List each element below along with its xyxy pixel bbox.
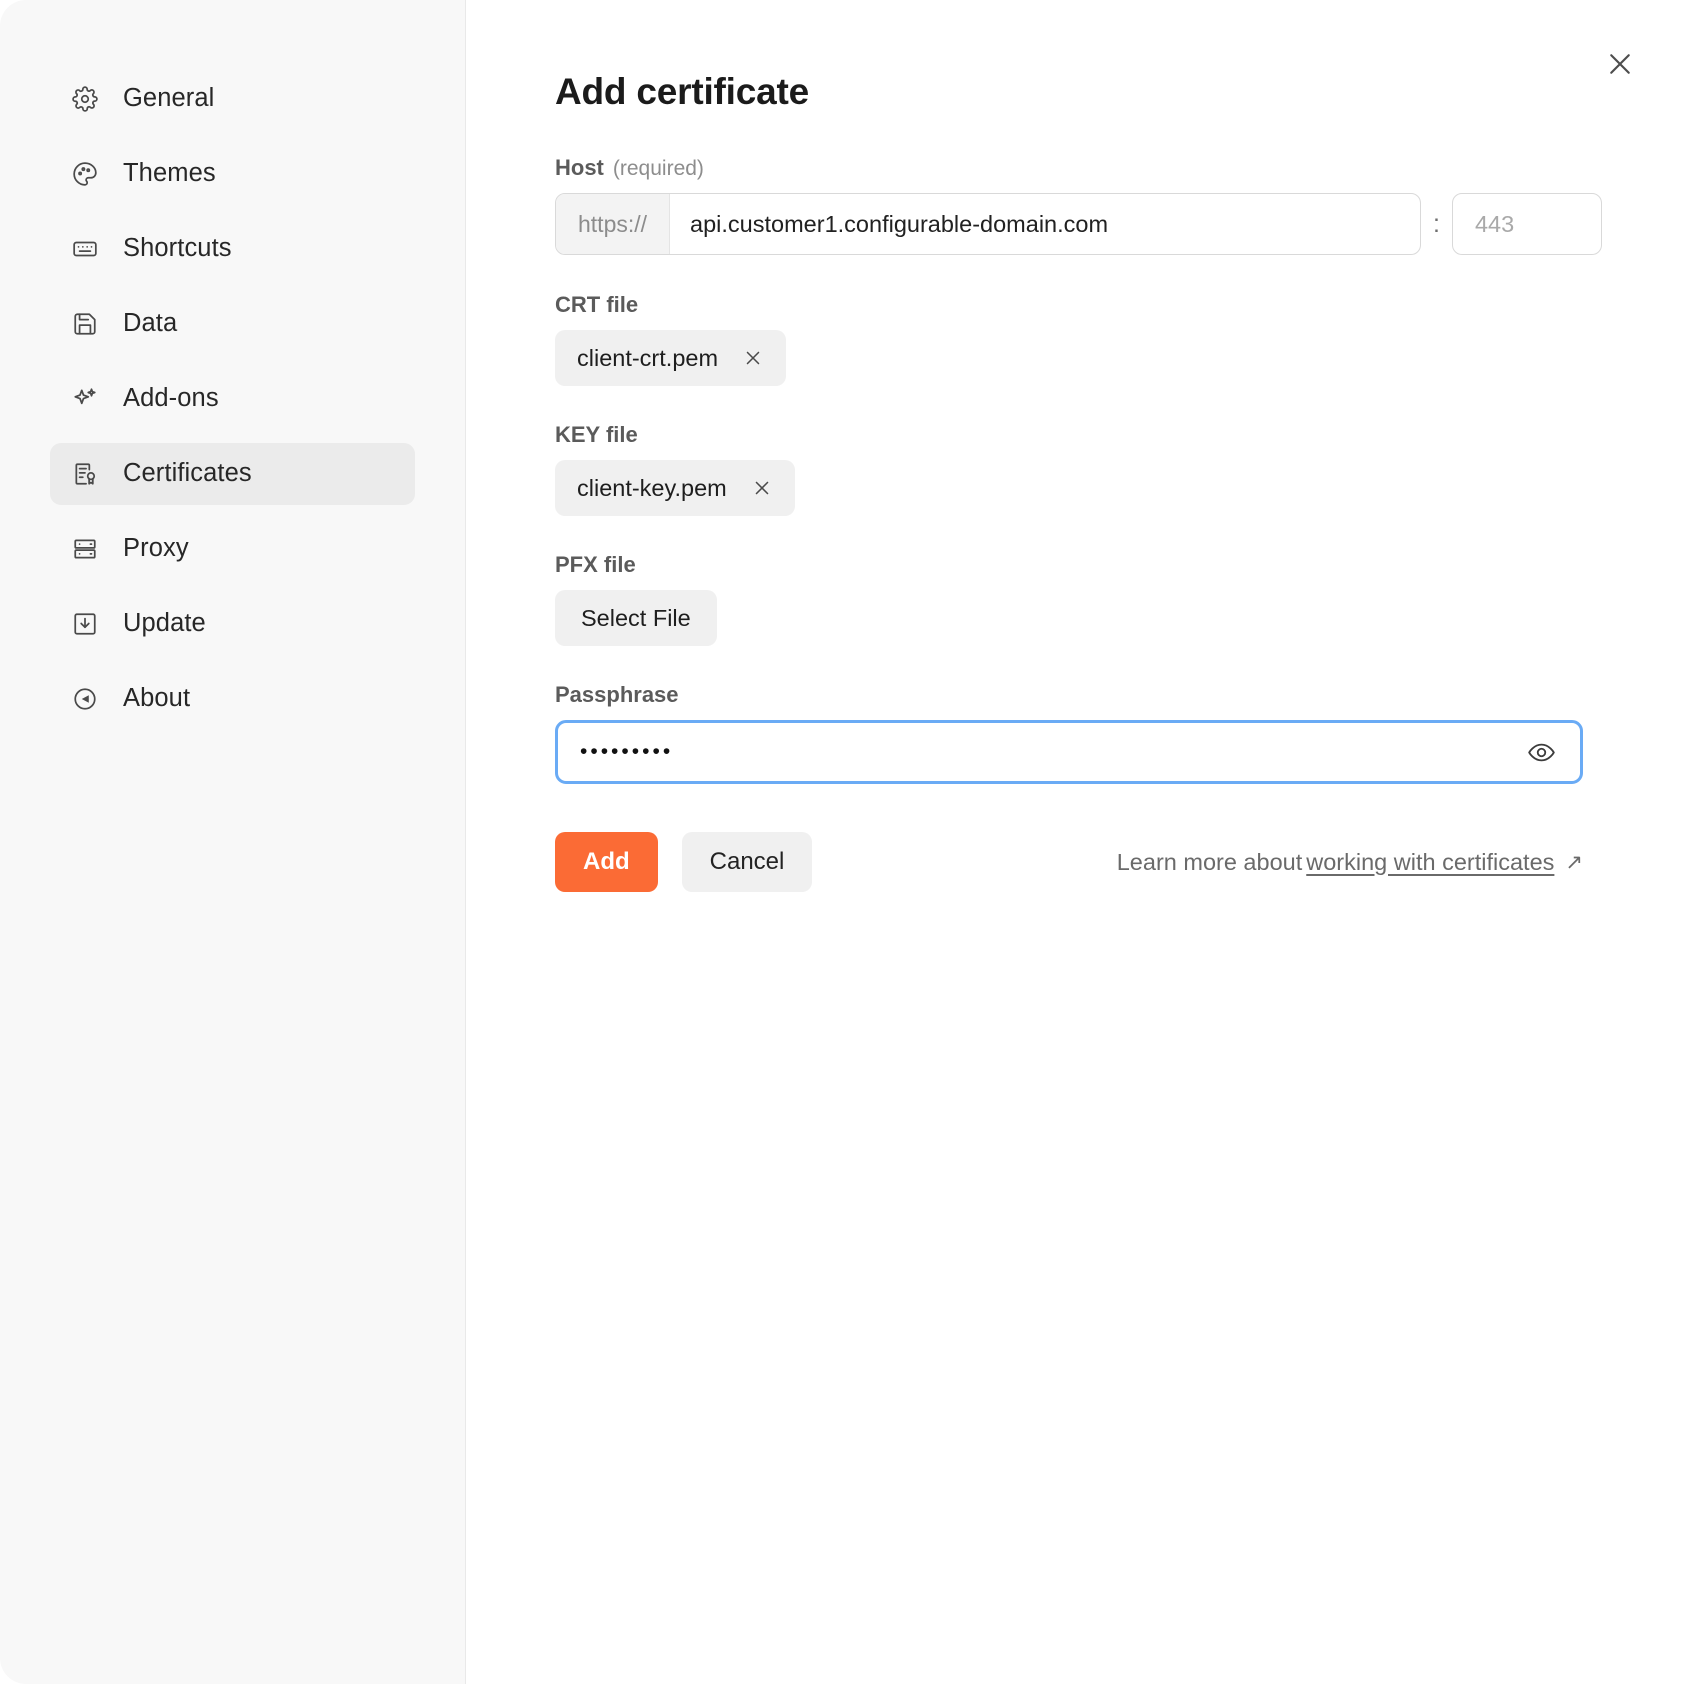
key-label: KEY file bbox=[555, 422, 638, 447]
key-field-group: KEY file client-key.pem bbox=[555, 422, 1615, 516]
palette-icon bbox=[72, 161, 98, 187]
sidebar-item-label: Certificates bbox=[123, 459, 252, 488]
host-input[interactable] bbox=[670, 194, 1420, 254]
add-button[interactable]: Add bbox=[555, 832, 658, 892]
host-field-group: Host (required) https:// : bbox=[555, 155, 1615, 255]
download-icon bbox=[72, 611, 98, 637]
sidebar-item-themes[interactable]: Themes bbox=[50, 143, 415, 205]
eye-icon[interactable] bbox=[1527, 738, 1556, 767]
learn-more-prefix: Learn more about bbox=[1116, 848, 1303, 875]
passphrase-field-group: Passphrase bbox=[555, 682, 1615, 784]
sidebar-item-label: Update bbox=[123, 609, 206, 638]
host-label: Host bbox=[555, 155, 604, 180]
passphrase-input-wrapper bbox=[555, 720, 1583, 784]
select-file-button[interactable]: Select File bbox=[555, 590, 717, 646]
sidebar-item-label: Add-ons bbox=[123, 384, 219, 413]
key-file-name: client-key.pem bbox=[577, 474, 727, 501]
host-required-note: (required) bbox=[612, 157, 704, 180]
host-port-separator: : bbox=[1433, 209, 1440, 238]
sidebar-nav-list: General Themes Shortcuts Data Add-ons Ce… bbox=[0, 68, 465, 730]
host-input-wrapper: https:// bbox=[555, 193, 1421, 255]
passphrase-label: Passphrase bbox=[555, 682, 679, 707]
sidebar-item-label: About bbox=[123, 684, 191, 713]
gear-icon bbox=[72, 86, 98, 112]
form-actions: Add Cancel Learn more about working with… bbox=[555, 832, 1583, 892]
sidebar-item-add-ons[interactable]: Add-ons bbox=[50, 368, 415, 430]
settings-sidebar: General Themes Shortcuts Data Add-ons Ce… bbox=[0, 0, 466, 1684]
sidebar-item-certificates[interactable]: Certificates bbox=[50, 443, 415, 505]
info-circle-icon bbox=[72, 686, 98, 712]
form-content: Add certificate Host (required) https://… bbox=[466, 71, 1675, 892]
crt-file-chip[interactable]: client-crt.pem bbox=[555, 330, 787, 386]
keyboard-icon bbox=[72, 236, 98, 262]
certificate-icon bbox=[72, 461, 98, 487]
cancel-button[interactable]: Cancel bbox=[681, 832, 813, 892]
sidebar-item-label: Shortcuts bbox=[123, 234, 232, 263]
key-file-chip[interactable]: client-key.pem bbox=[555, 460, 795, 516]
server-icon bbox=[72, 536, 98, 562]
port-input-wrapper bbox=[1451, 193, 1602, 255]
sidebar-item-data[interactable]: Data bbox=[50, 293, 415, 355]
page-title: Add certificate bbox=[555, 71, 810, 112]
sidebar-item-about[interactable]: About bbox=[50, 668, 415, 730]
passphrase-input[interactable] bbox=[558, 740, 1527, 764]
crt-label: CRT file bbox=[555, 292, 639, 317]
sidebar-item-label: Themes bbox=[123, 159, 216, 188]
sidebar-item-proxy[interactable]: Proxy bbox=[50, 518, 415, 580]
sidebar-item-general[interactable]: General bbox=[50, 68, 415, 130]
close-icon[interactable] bbox=[742, 347, 764, 369]
crt-field-group: CRT file client-crt.pem bbox=[555, 292, 1615, 386]
pfx-field-group: PFX file Select File bbox=[555, 552, 1615, 646]
close-icon[interactable] bbox=[1600, 44, 1640, 84]
protocol-prefix: https:// bbox=[556, 194, 671, 254]
add-certificate-panel: Add certificate Host (required) https://… bbox=[466, 0, 1692, 1684]
sidebar-item-shortcuts[interactable]: Shortcuts bbox=[50, 218, 415, 280]
port-input[interactable] bbox=[1452, 194, 1601, 254]
sidebar-item-label: Data bbox=[123, 309, 178, 338]
close-icon[interactable] bbox=[751, 477, 773, 499]
external-link-icon: ↗ bbox=[1565, 850, 1583, 874]
host-input-row: https:// : bbox=[555, 193, 1615, 255]
sparkles-icon bbox=[72, 386, 98, 412]
sidebar-item-label: General bbox=[123, 84, 215, 113]
working-with-certificates-link[interactable]: working with certificates bbox=[1306, 849, 1554, 876]
floppy-disk-icon bbox=[72, 311, 98, 337]
learn-more-text: Learn more about working with certificat… bbox=[1117, 849, 1583, 876]
crt-file-name: client-crt.pem bbox=[577, 344, 719, 371]
settings-window: General Themes Shortcuts Data Add-ons Ce… bbox=[0, 0, 1692, 1684]
pfx-label: PFX file bbox=[555, 552, 636, 577]
sidebar-item-update[interactable]: Update bbox=[50, 593, 415, 655]
sidebar-item-label: Proxy bbox=[123, 534, 189, 563]
host-label-row: Host (required) bbox=[555, 155, 1615, 181]
